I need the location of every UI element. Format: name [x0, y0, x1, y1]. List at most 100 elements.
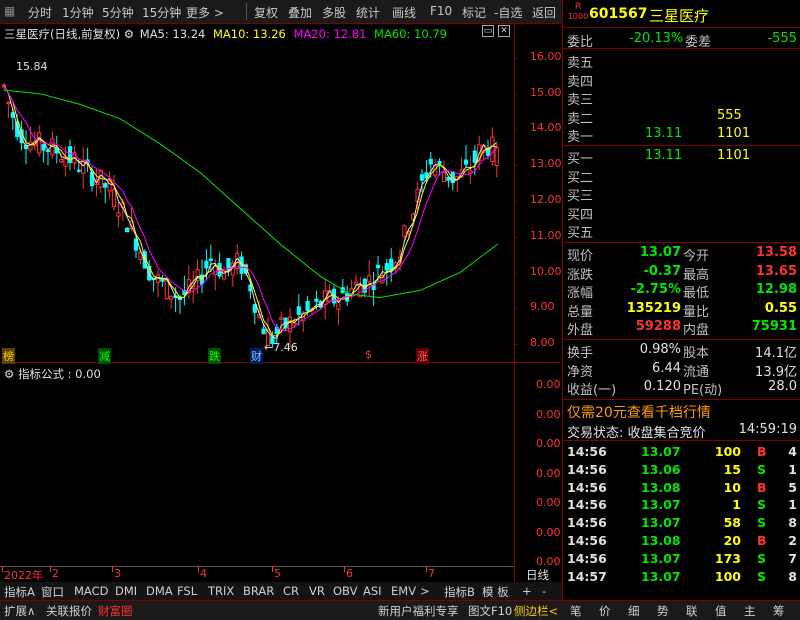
toolbar-multi[interactable]: 多股	[322, 4, 346, 21]
order-level-label: 买四	[567, 207, 594, 223]
toolbar-intraday[interactable]: 分时	[28, 4, 52, 21]
event-marker-die[interactable]: 跌	[208, 348, 221, 364]
event-marker-cai[interactable]: 财	[250, 348, 263, 364]
candle-body	[76, 169, 81, 172]
fin-row: 净资 6.44 流通 13.9亿	[567, 360, 797, 380]
candle-body	[353, 281, 359, 285]
side-tab-3[interactable]: 势	[657, 603, 669, 619]
stock-name: 三星医疗	[649, 7, 710, 25]
month-label: 5	[274, 567, 281, 580]
bottom-left-1[interactable]: 关联报价	[46, 603, 92, 619]
toolbar-overlay[interactable]: 叠加	[288, 4, 312, 21]
side-tab-7[interactable]: 筹	[773, 603, 785, 619]
side-tab-5[interactable]: 值	[715, 603, 727, 619]
month-label: 4	[200, 567, 207, 580]
bottom-mid-1[interactable]: 图文F10	[468, 603, 512, 619]
bottom-mid-0[interactable]: 新用户福利专享	[378, 603, 459, 619]
event-marker-dollar[interactable]: $	[364, 348, 373, 361]
grid-icon[interactable]: ▦	[4, 4, 15, 18]
close-icon[interactable]: ✕	[498, 25, 510, 37]
ma5-label: MA5: 13.24	[139, 27, 206, 41]
candle-body	[116, 212, 121, 217]
settings-icon[interactable]: ⚙	[124, 27, 134, 41]
order-level-label: 卖五	[567, 56, 594, 71]
tab-10[interactable]: OBV	[333, 584, 357, 598]
tab-12[interactable]: EMV	[391, 584, 416, 598]
toolbar-watchlist[interactable]: -自选	[494, 4, 522, 21]
side-tab-2[interactable]: 细	[628, 603, 640, 619]
toolbar-1min[interactable]: 1分钟	[62, 4, 94, 21]
stock-badge: R 1000	[567, 2, 589, 21]
order-level-label: 买一	[567, 152, 594, 167]
side-tab-6[interactable]: 主	[744, 603, 756, 619]
candle-body	[296, 306, 301, 315]
bottom-mid-2[interactable]: 侧边栏<	[514, 603, 558, 619]
tab-1[interactable]: 窗口	[41, 584, 64, 600]
event-marker-zhang[interactable]: 涨	[416, 348, 429, 364]
toolbar-5min[interactable]: 5分钟	[102, 4, 134, 21]
toolbar-15min[interactable]: 15分钟	[142, 4, 181, 21]
sell-row[interactable]: 卖二 555	[567, 108, 797, 127]
tab-5[interactable]: FSL	[177, 584, 197, 598]
period-daily[interactable]: 日线	[526, 567, 549, 583]
toolbar-mark[interactable]: 标记	[462, 4, 486, 21]
ma60-label: MA60: 10.79	[374, 27, 447, 41]
toolbar-stats[interactable]: 统计	[356, 4, 380, 21]
quote-row: 涨跌 -0.37 最高 13.65	[567, 263, 797, 283]
toolbar-more[interactable]: 更多 >	[186, 4, 224, 21]
price-tick: 15.00	[530, 85, 562, 99]
candle-body	[169, 295, 174, 300]
month-label: 3	[114, 567, 121, 580]
toolbar-f10[interactable]: F10	[430, 4, 452, 18]
tab-14[interactable]: 指标B	[444, 584, 475, 600]
buy-row[interactable]: 买三	[567, 185, 797, 204]
bottom-left-2[interactable]: 财富圈	[98, 603, 133, 619]
toolbar-back[interactable]: 返回	[532, 4, 556, 21]
sell-row[interactable]: 卖四	[567, 71, 797, 90]
candle-body	[472, 150, 477, 163]
trade-status: 交易状态: 收盘集合竞价 14:59:19	[567, 422, 797, 441]
tab-9[interactable]: VR	[309, 584, 325, 598]
tab-6[interactable]: TRIX	[208, 584, 234, 598]
promo-link[interactable]: 仅需20元查看千档行情	[567, 402, 711, 421]
ma20-label: MA20: 12.81	[293, 27, 367, 41]
buy-row[interactable]: 买四	[567, 204, 797, 223]
tab-2[interactable]: MACD	[74, 584, 108, 598]
tab-8[interactable]: CR	[283, 584, 299, 598]
tab-0[interactable]: 指标A	[4, 584, 35, 600]
sell-row[interactable]: 卖一 13.11 1101	[567, 126, 797, 145]
tab-4[interactable]: DMA	[146, 584, 173, 598]
weibi-row: 委比 -20.13% 委差 -555	[567, 31, 797, 50]
toolbar-draw[interactable]: 画线	[392, 4, 416, 21]
buy-row[interactable]: 买二	[567, 167, 797, 186]
tab-3[interactable]: DMI	[115, 584, 137, 598]
sell-row[interactable]: 卖五	[567, 52, 797, 71]
bottom-left-0[interactable]: 扩展∧	[4, 603, 35, 619]
tab-15[interactable]: 模 板	[482, 584, 509, 600]
buy-row[interactable]: 买一 13.11 1101	[567, 148, 797, 167]
candle-body	[111, 189, 117, 207]
candlestick-chart[interactable]	[0, 40, 514, 362]
tab-13[interactable]: >	[420, 584, 430, 598]
sell-row[interactable]: 卖三	[567, 89, 797, 108]
order-level-label: 买五	[567, 226, 594, 241]
indicator-title[interactable]: ⚙ 指标公式 : 0.00	[4, 366, 101, 382]
order-level-label: 买二	[567, 170, 594, 186]
tab-17[interactable]: -	[542, 584, 546, 598]
tab-11[interactable]: ASI	[363, 584, 382, 598]
buy-row[interactable]: 买五	[567, 222, 797, 241]
tab-16[interactable]: +	[522, 584, 532, 598]
toolbar-fuquan[interactable]: 复权	[254, 4, 278, 21]
collapse-icon[interactable]: ▭	[482, 25, 494, 37]
candle-body	[292, 322, 297, 326]
month-label: 6	[346, 567, 353, 580]
settings-icon[interactable]: ⚙	[4, 367, 14, 381]
candle-body	[419, 174, 425, 181]
tab-7[interactable]: BRAR	[243, 584, 274, 598]
event-marker-bang[interactable]: 榜	[2, 348, 15, 364]
side-tab-0[interactable]: 笔	[570, 603, 582, 619]
side-tab-1[interactable]: 价	[599, 603, 611, 619]
side-tab-4[interactable]: 联	[686, 603, 698, 619]
chart-mode[interactable]: (日线,前复权)	[50, 27, 120, 41]
event-marker-jian[interactable]: 减	[98, 348, 111, 364]
